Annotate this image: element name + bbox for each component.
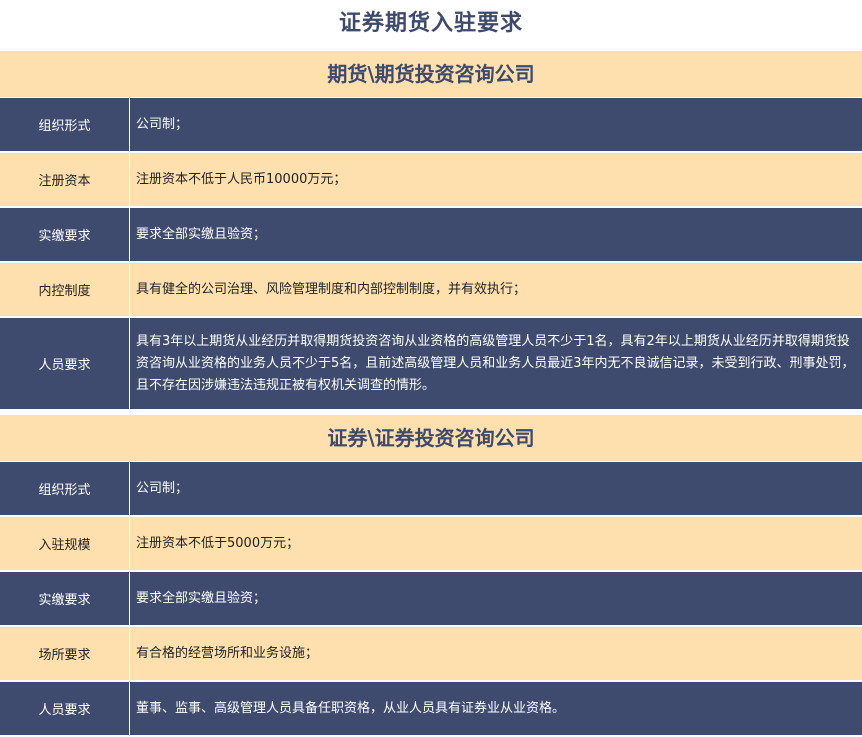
row-label: 实缴要求 — [0, 572, 130, 625]
row-value: 公司制； — [136, 116, 189, 132]
row-value: 具有3年以上期货从业经历并取得期货投资咨询从业资格的高级管理人员不少于1名，具有… — [136, 333, 855, 393]
row-value: 注册资本不低于5000万元； — [136, 535, 300, 551]
row-label: 人员要求 — [0, 318, 130, 409]
table-row: 注册资本 注册资本不低于人民币10000万元； — [0, 153, 862, 208]
row-label: 实缴要求 — [0, 208, 130, 261]
table-row: 实缴要求 要求全部实缴且验资； — [0, 208, 862, 263]
table-row: 人员要求 具有3年以上期货从业经历并取得期货投资咨询从业资格的高级管理人员不少于… — [0, 318, 862, 411]
row-label: 组织形式 — [0, 98, 130, 151]
section-header-futures: 期货\期货投资咨询公司 — [0, 51, 862, 98]
table-row: 组织形式 公司制； — [0, 98, 862, 153]
page-title: 证券期货入驻要求 — [0, 0, 862, 51]
row-value: 要求全部实缴且验资； — [136, 226, 267, 242]
row-label: 入驻规模 — [0, 517, 130, 570]
section-header-securities: 证券\证券投资咨询公司 — [0, 415, 862, 462]
row-label: 人员要求 — [0, 682, 130, 735]
row-value: 公司制； — [136, 480, 189, 496]
row-label: 组织形式 — [0, 462, 130, 515]
table-row: 入驻规模 注册资本不低于5000万元； — [0, 517, 862, 572]
table-row: 内控制度 具有健全的公司治理、风险管理制度和内部控制制度，并有效执行； — [0, 263, 862, 318]
row-label: 内控制度 — [0, 263, 130, 316]
row-label: 场所要求 — [0, 627, 130, 680]
table-row: 人员要求 董事、监事、高级管理人员具备任职资格，从业人员具有证券业从业资格。 — [0, 682, 862, 737]
table-row: 实缴要求 要求全部实缴且验资； — [0, 572, 862, 627]
table-row: 场所要求 有合格的经营场所和业务设施； — [0, 627, 862, 682]
table-row: 组织形式 公司制； — [0, 462, 862, 517]
row-value: 注册资本不低于人民币10000万元； — [136, 171, 347, 187]
row-label: 注册资本 — [0, 153, 130, 206]
row-value: 要求全部实缴且验资； — [136, 590, 267, 606]
row-value: 有合格的经营场所和业务设施； — [136, 645, 319, 661]
requirements-page: 证券期货入驻要求 期货\期货投资咨询公司 组织形式 公司制； 注册资本 注册资本… — [0, 0, 862, 737]
row-value: 具有健全的公司治理、风险管理制度和内部控制制度，并有效执行； — [136, 281, 527, 297]
row-value: 董事、监事、高级管理人员具备任职资格，从业人员具有证券业从业资格。 — [136, 700, 566, 716]
